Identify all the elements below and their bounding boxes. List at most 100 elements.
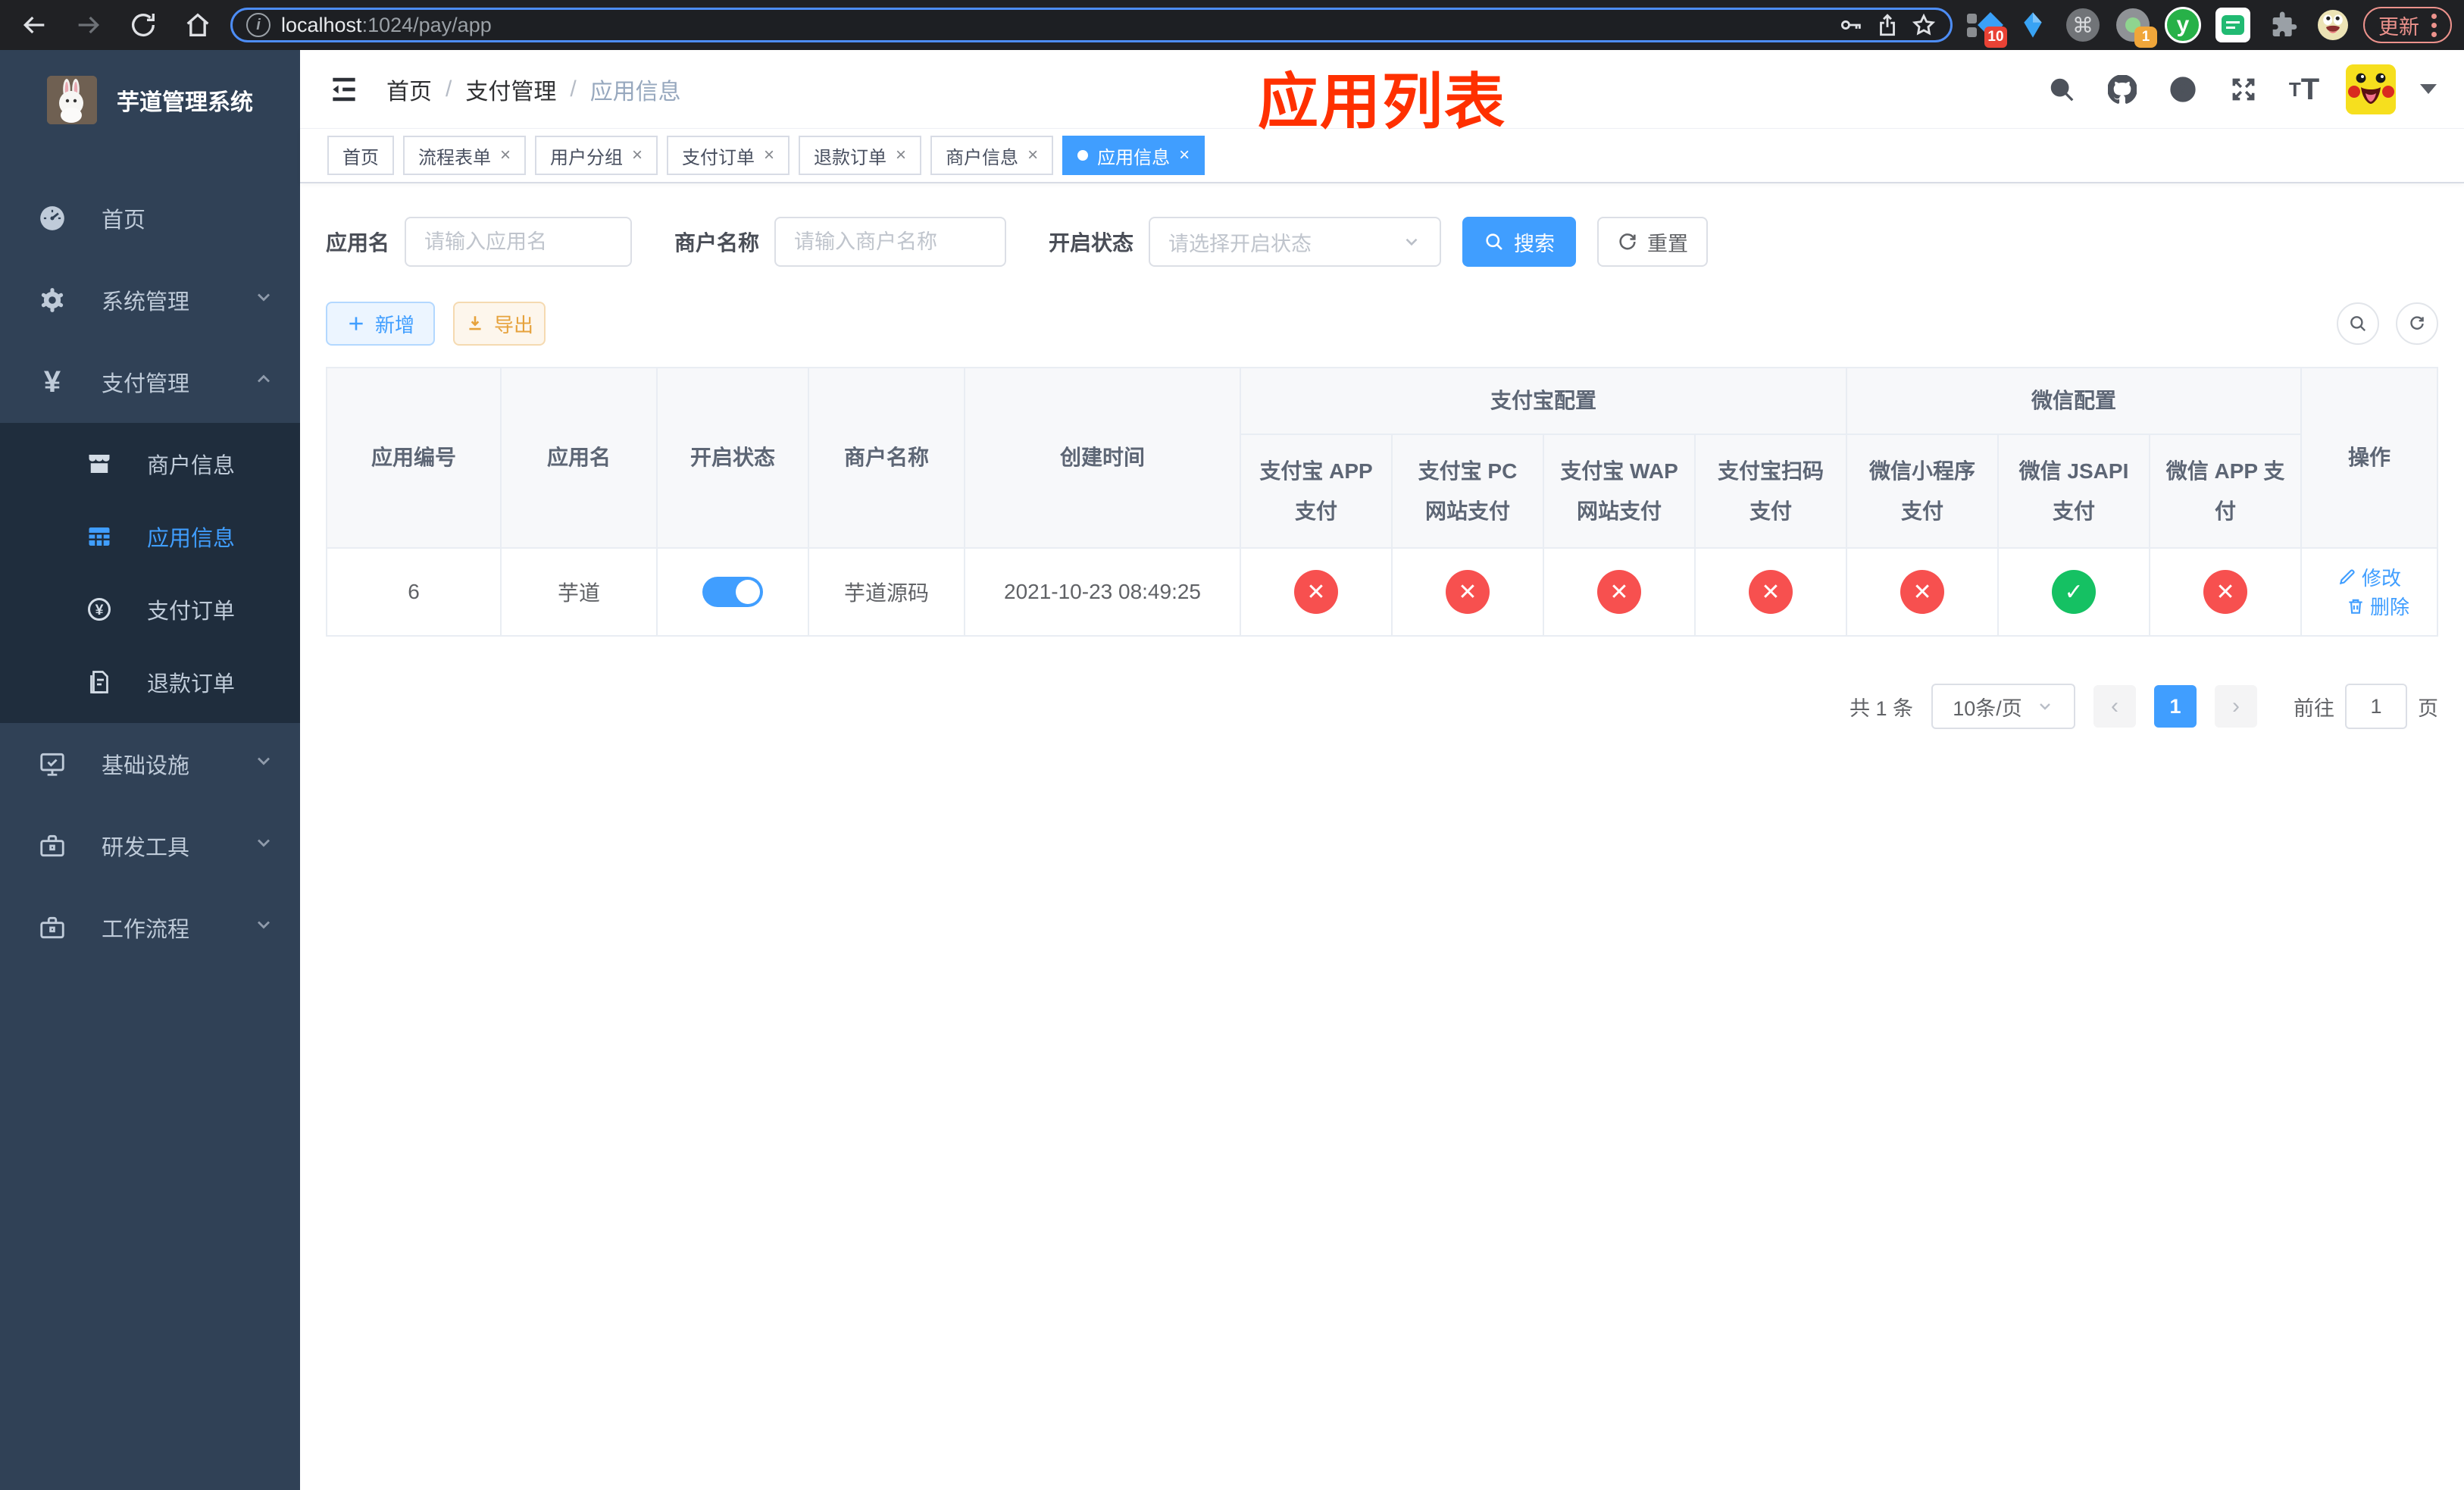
logo-rabbit-image — [47, 76, 97, 124]
status-icon: ✕ — [1294, 570, 1338, 614]
next-page-button[interactable]: › — [2215, 685, 2257, 728]
extension-badge: 10 — [1984, 27, 2007, 48]
app-logo[interactable]: 芋道管理系统 — [0, 50, 300, 150]
col-group-wechat: 微信配置 — [1846, 367, 2303, 435]
avatar-caret-icon[interactable] — [2420, 84, 2437, 94]
browser-menu-icon[interactable] — [2431, 13, 2437, 37]
reset-button[interactable]: 重置 — [1597, 217, 1709, 267]
top-navbar: 首页 / 支付管理 / 应用信息 应用列表 ? TT — [300, 50, 2464, 136]
page-1-button[interactable]: 1 — [2154, 685, 2197, 728]
help-icon[interactable]: ? — [2164, 70, 2202, 108]
browser-reload-icon[interactable] — [121, 7, 165, 43]
sidebar-item-app-info[interactable]: 应用信息 — [0, 500, 300, 573]
update-button[interactable]: 更新 — [2363, 7, 2452, 43]
status-select[interactable]: 请选择开启状态 — [1149, 217, 1442, 267]
header-search-icon[interactable] — [2043, 70, 2081, 108]
close-icon[interactable]: × — [764, 146, 774, 164]
search-button[interactable]: 搜索 — [1462, 217, 1577, 267]
collapse-sidebar-icon[interactable] — [327, 73, 361, 106]
cell-app-id: 6 — [326, 547, 502, 637]
cell-merchant: 芋道源码 — [808, 547, 965, 637]
goto-label: 前往 — [2294, 696, 2334, 720]
cell-created: 2021-10-23 08:49:25 — [964, 547, 1241, 637]
app-table: 应用编号 应用名 开启状态 商户名称 创建时间 支付宝配置 微信配置 操作 支付… — [326, 367, 2438, 637]
close-icon[interactable]: × — [1027, 146, 1038, 164]
close-icon[interactable]: × — [1179, 146, 1190, 164]
sidebar-item-payment[interactable]: ¥ 支付管理 — [0, 341, 300, 423]
close-icon[interactable]: × — [500, 146, 511, 164]
goto-page-input[interactable] — [2345, 684, 2407, 729]
sidebar-item-devtools[interactable]: 研发工具 — [0, 805, 300, 887]
status-icon: ✕ — [1749, 570, 1793, 614]
app-title: 芋道管理系统 — [117, 90, 253, 115]
document-icon — [85, 668, 114, 696]
tab-pay-order[interactable]: 支付订单 × — [667, 136, 790, 175]
extension-tasks-icon[interactable]: 10 — [1963, 5, 2007, 48]
col-wx-app: 微信 APP 支付 — [2149, 434, 2303, 549]
password-key-icon[interactable] — [1838, 12, 1864, 38]
app-name-input[interactable] — [405, 217, 633, 267]
chevron-down-icon — [253, 832, 274, 859]
delete-link[interactable]: 删除 — [2346, 592, 2409, 620]
edit-pen-icon — [2339, 569, 2355, 585]
col-alipay-app: 支付宝 APP 支付 — [1240, 434, 1393, 549]
pagination-total: 共 1 条 — [1849, 696, 1913, 720]
tab-merchant-info[interactable]: 商户信息 × — [930, 136, 1054, 175]
extension-y-icon[interactable]: y — [2163, 5, 2203, 45]
export-button[interactable]: 导出 — [453, 302, 546, 346]
bookmark-star-icon[interactable] — [1911, 12, 1937, 38]
profile-emoji-icon[interactable] — [2313, 5, 2353, 45]
edit-link[interactable]: 修改 — [2337, 563, 2401, 591]
plus-icon — [349, 317, 363, 330]
table-row: 6 芋道 芋道源码 2021-10-23 08:49:25 ✕ ✕ ✕ ✕ ✕ … — [326, 547, 2438, 637]
user-avatar[interactable] — [2346, 64, 2396, 114]
browser-forward-icon[interactable] — [67, 7, 111, 43]
sidebar-item-system[interactable]: 系统管理 — [0, 259, 300, 341]
chevron-up-icon — [253, 368, 274, 396]
url-bar[interactable]: i localhost:1024/pay/app — [230, 8, 1953, 42]
yen-circle-icon: ¥ — [85, 595, 114, 624]
extension-recorder-icon[interactable]: 1 — [2113, 5, 2157, 48]
prev-page-button[interactable]: ‹ — [2093, 685, 2136, 728]
fullscreen-icon[interactable] — [2225, 70, 2262, 108]
extension-command-icon[interactable]: ⌘ — [2063, 5, 2103, 45]
font-size-icon[interactable]: TT — [2285, 70, 2323, 108]
merchant-name-input[interactable] — [774, 217, 1007, 267]
github-icon[interactable] — [2103, 70, 2141, 108]
pagination: 共 1 条 10条/页 ‹ 1 › 前往 页 — [326, 684, 2438, 729]
close-icon[interactable]: × — [632, 146, 643, 164]
tab-process-form[interactable]: 流程表单 × — [403, 136, 527, 175]
page-annotation: 应用列表 — [1258, 68, 1506, 136]
sidebar-item-pay-order[interactable]: ¥ 支付订单 — [0, 573, 300, 646]
sidebar-item-infra[interactable]: 基础设施 — [0, 723, 300, 805]
tab-user-group[interactable]: 用户分组 × — [535, 136, 658, 175]
refresh-table-button[interactable] — [2396, 302, 2438, 345]
tab-home[interactable]: 首页 — [327, 136, 394, 175]
status-label: 开启状态 — [1049, 231, 1134, 255]
extensions-puzzle-icon[interactable] — [2263, 5, 2303, 45]
site-info-icon[interactable]: i — [246, 13, 270, 37]
add-button[interactable]: 新增 — [326, 302, 435, 346]
sidebar-item-workflow[interactable]: 工作流程 — [0, 887, 300, 969]
toggle-search-button[interactable] — [2337, 302, 2379, 345]
sidebar-item-refund-order[interactable]: 退款订单 — [0, 646, 300, 718]
sidebar-item-home[interactable]: 首页 — [0, 177, 300, 259]
close-icon[interactable]: × — [896, 146, 906, 164]
sidebar-item-merchant-info[interactable]: 商户信息 — [0, 427, 300, 500]
page-size-select[interactable]: 10条/页 — [1931, 684, 2075, 729]
tab-app-info[interactable]: 应用信息 × — [1062, 136, 1205, 175]
col-created: 创建时间 — [964, 367, 1241, 549]
enabled-switch[interactable] — [702, 577, 763, 607]
tab-refund-order[interactable]: 退款订单 × — [799, 136, 922, 175]
breadcrumb-home[interactable]: 首页 — [386, 73, 432, 106]
share-icon[interactable] — [1875, 12, 1900, 38]
col-merchant: 商户名称 — [808, 367, 965, 549]
browser-home-icon[interactable] — [176, 7, 220, 43]
browser-back-icon[interactable] — [12, 7, 56, 43]
extension-pin-icon[interactable] — [2013, 5, 2053, 45]
refresh-icon — [2410, 316, 2424, 330]
breadcrumb-payment[interactable]: 支付管理 — [465, 73, 556, 106]
extension-chat-icon[interactable] — [2213, 5, 2253, 45]
payment-submenu: 商户信息 应用信息 ¥ 支付订单 退款订单 — [0, 423, 300, 723]
breadcrumb: 首页 / 支付管理 / 应用信息 — [386, 73, 681, 106]
